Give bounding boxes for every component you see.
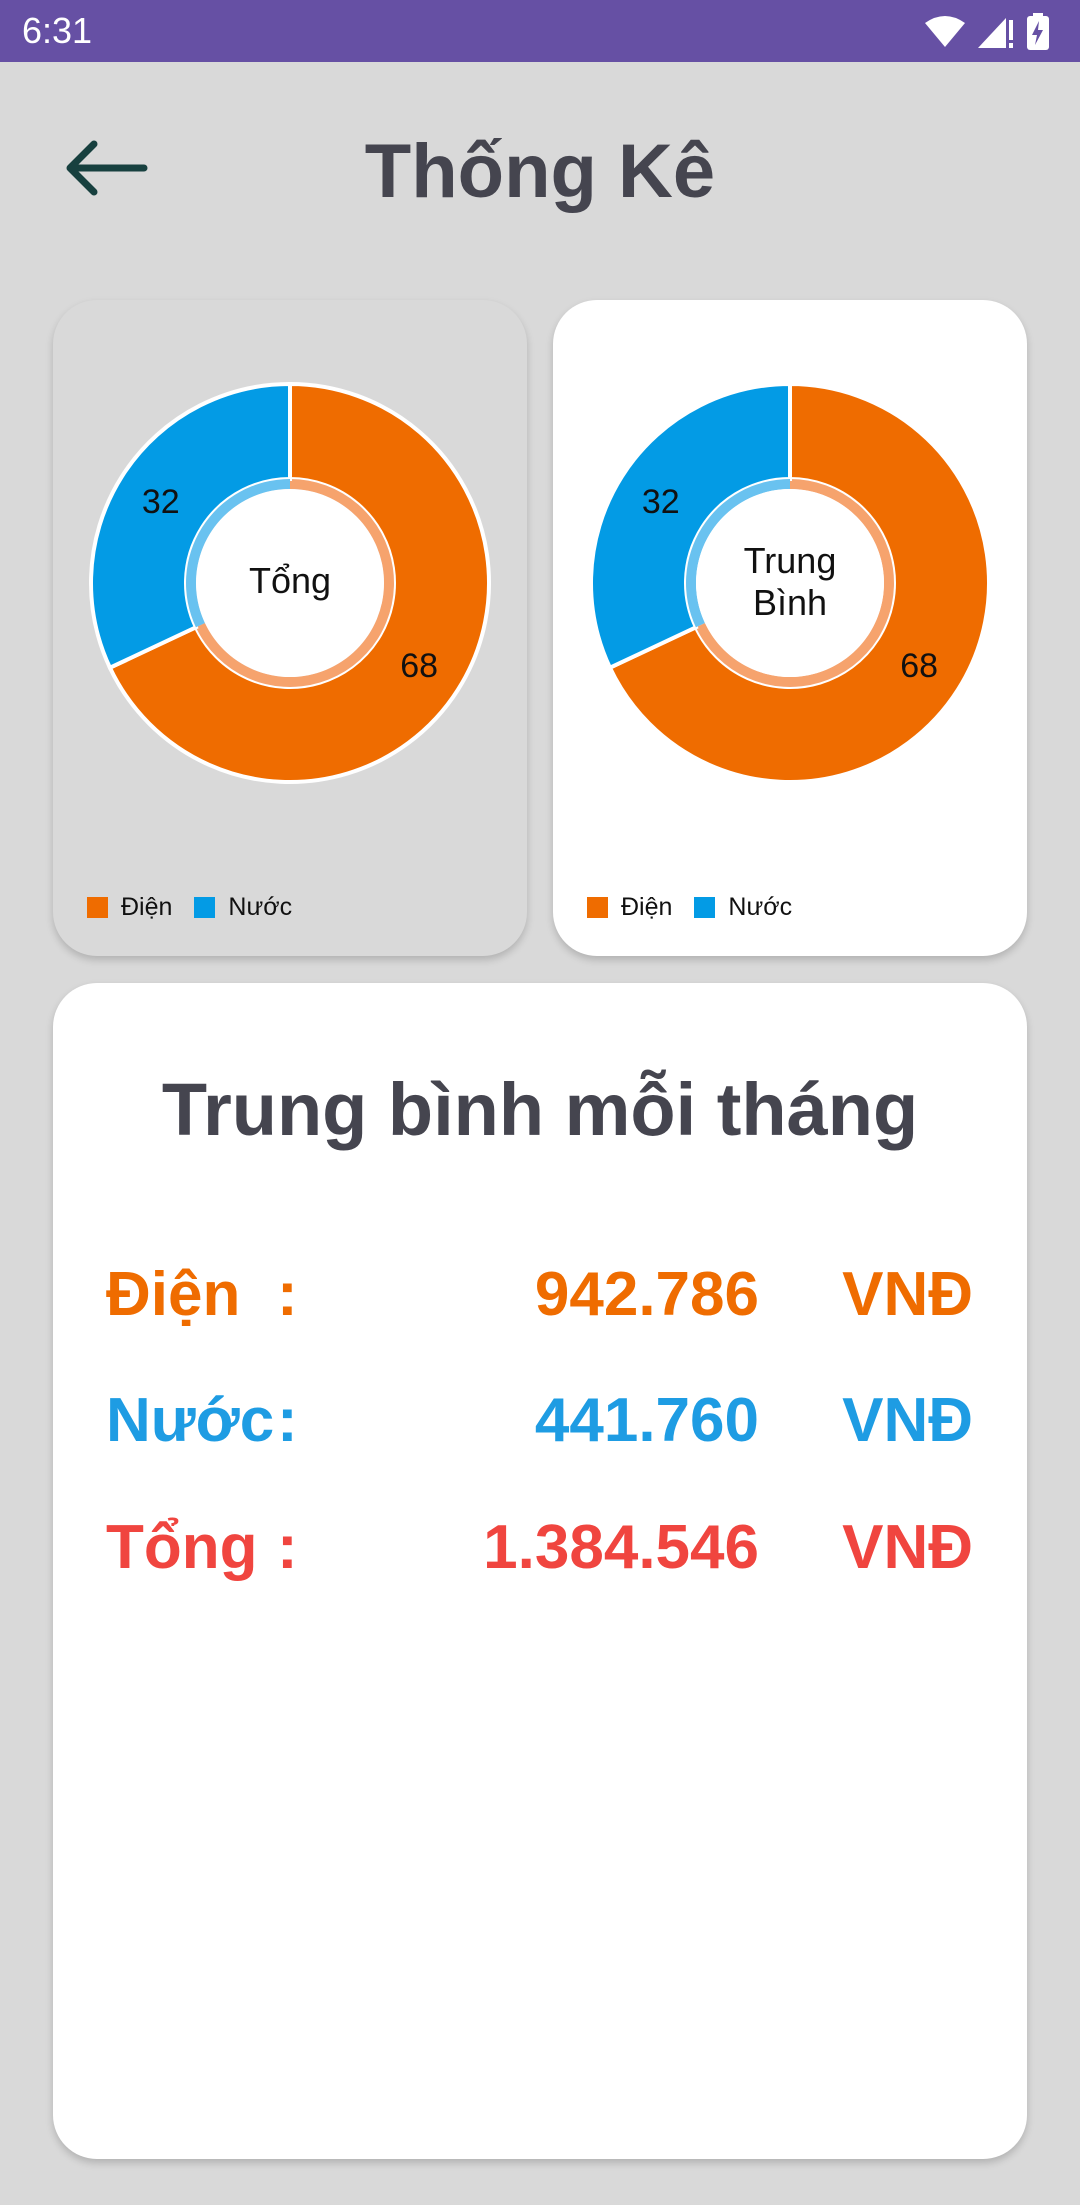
legend-label-dien: Điện <box>621 893 673 921</box>
row-colon: : <box>277 1386 298 1455</box>
row-label: Tổng <box>106 1513 258 1582</box>
slice-value-label: 68 <box>900 647 938 685</box>
status-icons <box>924 12 1050 52</box>
row-colon: : <box>277 1513 298 1582</box>
legend-item-nuoc: Nước <box>694 893 792 922</box>
slice-value-label: 32 <box>142 483 180 521</box>
legend-swatch-nuoc <box>694 897 716 918</box>
legend-item-dien: Điện <box>587 893 672 922</box>
total-center-label: Tổng <box>248 560 332 601</box>
row-value: 441.760 <box>534 1386 759 1455</box>
row-unit: VNĐ <box>842 1260 973 1329</box>
summary-row-nuoc: Nước : 441.760 VNĐ <box>53 1381 1027 1461</box>
legend-label-nuoc: Nước <box>728 893 793 921</box>
wifi-icon <box>925 16 965 47</box>
legend-item-nuoc: Nước <box>194 893 292 922</box>
slice-value-label: 68 <box>400 647 438 685</box>
summary-title: Trung bình mỗi tháng <box>161 1068 919 1151</box>
total-legend: Điện Nước <box>87 893 314 922</box>
row-value: 1.384.546 <box>483 1513 759 1582</box>
signal-icon <box>978 18 1013 48</box>
row-value: 942.786 <box>534 1260 759 1329</box>
row-label: Điện <box>106 1260 241 1329</box>
slice-value-label: 32 <box>642 483 680 521</box>
row-label: Nước <box>106 1386 275 1455</box>
legend-label-nuoc: Nước <box>228 893 293 921</box>
average-legend: Điện Nước <box>587 893 814 922</box>
legend-swatch-nuoc <box>194 897 216 918</box>
total-chart-card: 68 32 Tổng Điện Nước <box>53 300 527 956</box>
legend-label-dien: Điện <box>121 893 173 921</box>
summary-row-dien: Điện : 942.786 VNĐ <box>53 1255 1027 1335</box>
status-time: 6:31 <box>22 10 93 51</box>
row-unit: VNĐ <box>842 1513 973 1582</box>
legend-swatch-dien <box>587 897 608 918</box>
summary-row-tong: Tổng : 1.384.546 VNĐ <box>53 1508 1027 1588</box>
legend-swatch-dien <box>87 897 108 918</box>
row-unit: VNĐ <box>842 1386 973 1455</box>
row-colon: : <box>277 1260 298 1329</box>
average-center-label: Trung Bình <box>743 540 837 623</box>
average-chart-card: 68 32 Trung Bình Điện Nước <box>553 300 1027 956</box>
battery-charging-icon <box>1027 13 1049 50</box>
monthly-average-card: Trung bình mỗi tháng Điện : 942.786 VNĐ … <box>53 983 1027 2159</box>
page-title: Thống Kê <box>364 129 716 214</box>
status-bar: 6:31 <box>0 0 1080 62</box>
legend-item-dien: Điện <box>87 893 172 922</box>
